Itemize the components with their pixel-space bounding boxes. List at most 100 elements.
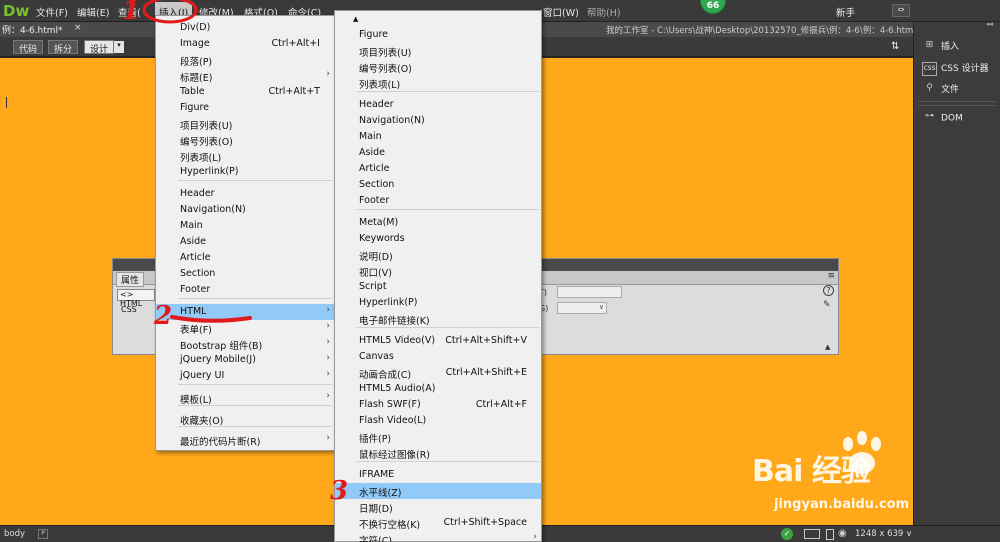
menu-item-html5-video[interactable]: HTML5 Video(V) Ctrl+Alt+Shift+V bbox=[335, 333, 541, 349]
menu-item-item[interactable]: 项目列表(U) bbox=[335, 43, 541, 59]
menu-item-meta[interactable]: Meta(M) bbox=[335, 215, 541, 231]
submenu-arrow-icon: › bbox=[326, 433, 330, 443]
menu-item-item[interactable]: 不换行空格(K) Ctrl+Shift+Space bbox=[335, 515, 541, 531]
panel-files[interactable]: ⚲ 文件 bbox=[922, 82, 959, 97]
menu-item-label: Article bbox=[359, 163, 390, 174]
tablet-size-icon[interactable] bbox=[826, 529, 834, 540]
menu-item-section[interactable]: Section bbox=[335, 177, 541, 193]
expand-icon[interactable]: ▲ bbox=[825, 343, 830, 351]
menu-item-hyperlink[interactable]: Hyperlink(P) bbox=[156, 164, 334, 180]
code-view-button[interactable]: 代码 bbox=[13, 40, 44, 55]
menu-item-header[interactable]: Header bbox=[335, 97, 541, 113]
watermark-brand: Bai 经验 bbox=[752, 454, 871, 489]
html-submenu: ▲ Figure 项目列表(U) 编号列表(O) 列表项(L) Header Naviga… bbox=[334, 10, 542, 542]
property-input[interactable] bbox=[557, 286, 622, 298]
html-mode-button[interactable]: <> HTML bbox=[117, 289, 155, 308]
menu-item-bootstrap[interactable]: Bootstrap 组件(B) › bbox=[156, 336, 334, 352]
menu-item-main[interactable]: Main bbox=[335, 129, 541, 145]
panel-menu-icon[interactable]: ≡ bbox=[827, 271, 835, 281]
css-mode-button[interactable]: CSS bbox=[121, 305, 137, 314]
properties-tab[interactable]: 属性 bbox=[116, 272, 145, 287]
split-view-button[interactable]: 拆分 bbox=[48, 40, 79, 55]
menu-item-image[interactable]: Image Ctrl+Alt+I bbox=[156, 36, 334, 52]
menu-item-item[interactable]: 动画合成(C) Ctrl+Alt+Shift+E bbox=[335, 365, 541, 381]
window-dimensions[interactable]: 1248 x 639 ∨ bbox=[855, 529, 912, 539]
menu-item-aside[interactable]: Aside bbox=[156, 234, 334, 250]
workspace-switcher[interactable]: 新手 bbox=[836, 5, 855, 19]
check-icon[interactable]: ✓ bbox=[781, 528, 793, 540]
collapse-panel-icon[interactable]: ◂◂ bbox=[986, 20, 993, 28]
menu-item-item[interactable]: 列表项(L) bbox=[335, 75, 541, 91]
design-view-button[interactable]: 设计 bbox=[84, 40, 115, 55]
menu-item-item[interactable]: 收藏夹(O) bbox=[156, 411, 334, 427]
menu-item-item[interactable]: 字符(C) › bbox=[335, 531, 541, 542]
menu-item-hyperlink[interactable]: Hyperlink(P) bbox=[335, 295, 541, 311]
menu-edit[interactable]: 编辑(E) bbox=[77, 5, 109, 19]
panel-css-designer[interactable]: CSS CSS 设计器 bbox=[922, 61, 989, 76]
menu-item-item[interactable]: 水平线(Z) bbox=[335, 483, 541, 499]
panel-dom[interactable]: ⊶ DOM bbox=[922, 111, 963, 125]
menu-item-label: 动画合成(C) bbox=[359, 370, 412, 381]
menu-item-navigation[interactable]: Navigation(N) bbox=[156, 202, 334, 218]
menu-item-html5-audio[interactable]: HTML5 Audio(A) bbox=[335, 381, 541, 397]
menu-item-figure[interactable]: Figure bbox=[335, 27, 541, 43]
window-arrange-icon[interactable]: ⇔ bbox=[892, 4, 910, 17]
menu-item-section[interactable]: Section bbox=[156, 266, 334, 282]
view-dropdown-icon[interactable]: ▾ bbox=[114, 41, 124, 53]
menu-item-item[interactable]: 编号列表(O) bbox=[156, 132, 334, 148]
menu-item-item[interactable]: 说明(D) bbox=[335, 247, 541, 263]
menu-item-jquery-ui[interactable]: jQuery UI › bbox=[156, 368, 334, 384]
sort-icon[interactable]: ⇅ bbox=[891, 41, 899, 52]
tag-selector-p[interactable]: P bbox=[38, 529, 48, 539]
menu-item-item[interactable]: 列表项(L) bbox=[156, 148, 334, 164]
scroll-up-icon[interactable]: ▲ bbox=[353, 15, 358, 23]
menu-item-label: Article bbox=[180, 252, 211, 263]
menu-item-jquery-mobile[interactable]: jQuery Mobile(J) › bbox=[156, 352, 334, 368]
menu-item-item[interactable]: 编号列表(O) bbox=[335, 59, 541, 75]
property-select[interactable]: ∨ bbox=[557, 302, 607, 314]
menu-item-article[interactable]: Article bbox=[335, 161, 541, 177]
document-tab[interactable]: 例：4-6.html* bbox=[2, 23, 63, 36]
menu-item-navigation[interactable]: Navigation(N) bbox=[335, 113, 541, 129]
menu-item-item[interactable]: 日期(D) bbox=[335, 499, 541, 515]
menu-item-iframe[interactable]: IFRAME bbox=[335, 467, 541, 483]
menu-item-item[interactable]: 标题(E) › bbox=[156, 68, 334, 84]
menu-item-item[interactable]: 视口(V) bbox=[335, 263, 541, 279]
tag-selector-body[interactable]: body bbox=[4, 529, 25, 539]
menu-item-script[interactable]: Script bbox=[335, 279, 541, 295]
menu-item-keywords[interactable]: Keywords bbox=[335, 231, 541, 247]
menu-item-article[interactable]: Article bbox=[156, 250, 334, 266]
menu-item-item[interactable]: 模板(L) › bbox=[156, 390, 334, 406]
globe-icon[interactable]: ◉ bbox=[838, 528, 847, 539]
menu-item-item[interactable]: 插件(P) bbox=[335, 429, 541, 445]
menu-item-table[interactable]: Table Ctrl+Alt+T bbox=[156, 84, 334, 100]
menu-item-footer[interactable]: Footer bbox=[335, 193, 541, 209]
notification-badge[interactable]: 66 bbox=[700, 0, 726, 14]
menu-item-item[interactable]: 最近的代码片断(R) › bbox=[156, 432, 334, 448]
menu-window[interactable]: 窗口(W) bbox=[543, 5, 579, 19]
menu-help[interactable]: 帮助(H) bbox=[587, 5, 621, 19]
close-tab-icon[interactable]: × bbox=[74, 23, 82, 33]
menu-item-item[interactable]: 鼠标经过图像(R) bbox=[335, 445, 541, 461]
menu-item-main[interactable]: Main bbox=[156, 218, 334, 234]
menu-item-item[interactable]: 段落(P) bbox=[156, 52, 334, 68]
edit-icon[interactable]: ✎ bbox=[823, 300, 831, 310]
menu-item-figure[interactable]: Figure bbox=[156, 100, 334, 116]
menu-item-canvas[interactable]: Canvas bbox=[335, 349, 541, 365]
files-tree-icon: ⚲ bbox=[926, 82, 933, 93]
help-icon[interactable]: ? bbox=[823, 285, 834, 296]
panel-insert[interactable]: ⊞ 插入 bbox=[922, 39, 959, 54]
menu-item-footer[interactable]: Footer bbox=[156, 282, 334, 298]
menu-item-flash-video[interactable]: Flash Video(L) bbox=[335, 413, 541, 429]
menu-file[interactable]: 文件(F) bbox=[36, 5, 68, 19]
menu-item-div[interactable]: Div(D) bbox=[156, 20, 334, 36]
menu-item-html[interactable]: HTML › bbox=[156, 304, 334, 320]
submenu-arrow-icon: › bbox=[326, 321, 330, 331]
desktop-size-icon[interactable] bbox=[804, 529, 820, 539]
menu-item-flash-swf[interactable]: Flash SWF(F) Ctrl+Alt+F bbox=[335, 397, 541, 413]
menu-item-header[interactable]: Header bbox=[156, 186, 334, 202]
menu-item-item[interactable]: 电子邮件链接(K) bbox=[335, 311, 541, 327]
menu-item-item[interactable]: 表单(F) › bbox=[156, 320, 334, 336]
menu-item-item[interactable]: 项目列表(U) bbox=[156, 116, 334, 132]
menu-item-aside[interactable]: Aside bbox=[335, 145, 541, 161]
